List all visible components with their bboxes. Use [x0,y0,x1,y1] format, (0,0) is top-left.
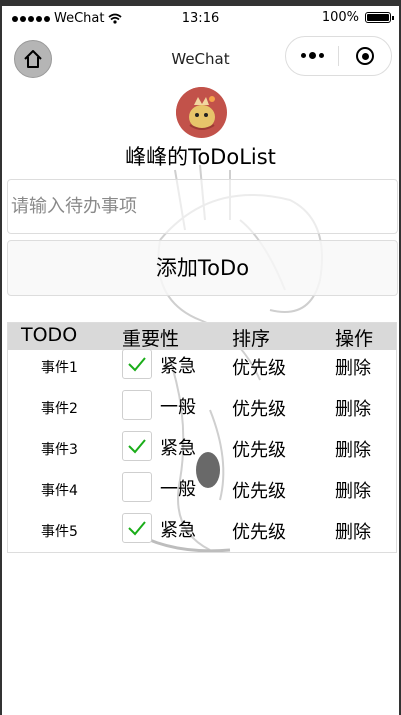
checkmark-icon [128,521,146,536]
importance-label: 紧急 [160,438,196,459]
table-row: 事件4 一般 优先级 删除 [8,468,396,508]
window-frame-left [0,0,2,715]
more-icon[interactable] [286,52,338,59]
battery-percent: 100% [321,10,359,25]
urgent-checkbox[interactable] [122,431,152,461]
todo-table: TODO 重要性 排序 操作 事件1 紧急 优先级 删除 事件2 一般 优先级 … [7,322,397,553]
todo-name: 事件2 [41,401,78,417]
todo-name: 事件5 [41,524,78,540]
battery-indicator: 100% [321,10,394,25]
priority-button[interactable]: 优先级 [232,354,286,380]
table-row: 事件2 一般 优先级 删除 [8,386,396,426]
checkmark-icon [128,439,146,454]
delete-button[interactable]: 删除 [335,436,371,462]
navigation-bar: WeChat [0,34,401,84]
priority-button[interactable]: 优先级 [232,395,286,421]
page-title: 峰峰的ToDoList [125,145,276,169]
urgent-checkbox[interactable] [122,513,152,543]
delete-button[interactable]: 删除 [335,395,371,421]
todo-name: 事件4 [41,483,78,499]
urgent-checkbox[interactable] [122,472,152,502]
priority-button[interactable]: 优先级 [232,518,286,544]
status-bar: WeChat 13:16 100% [0,6,401,32]
importance-label: 一般 [160,479,196,500]
add-todo-button[interactable]: 添加ToDo [7,240,398,296]
urgent-checkbox[interactable] [122,349,152,379]
delete-button[interactable]: 删除 [335,354,371,380]
delete-button[interactable]: 删除 [335,477,371,503]
todo-name: 事件3 [41,442,78,458]
importance-label: 紧急 [160,356,196,377]
todo-input[interactable] [7,179,398,234]
avatar-dragon-icon [176,87,226,137]
urgent-checkbox[interactable] [122,390,152,420]
table-row: 事件5 紧急 优先级 删除 [8,509,396,549]
importance-label: 紧急 [160,520,196,541]
priority-button[interactable]: 优先级 [232,477,286,503]
battery-icon [365,12,394,23]
mini-program-capsule [285,36,392,76]
avatar [176,87,227,138]
close-icon [356,47,374,65]
close-mini-program-button[interactable] [339,47,391,65]
checkmark-icon [128,357,146,372]
importance-label: 一般 [160,397,196,418]
todo-name: 事件1 [41,360,78,376]
priority-button[interactable]: 优先级 [232,436,286,462]
table-row: 事件3 紧急 优先级 删除 [8,427,396,467]
header-todo: TODO [21,324,78,346]
table-row: 事件1 紧急 优先级 删除 [8,345,396,385]
delete-button[interactable]: 删除 [335,518,371,544]
